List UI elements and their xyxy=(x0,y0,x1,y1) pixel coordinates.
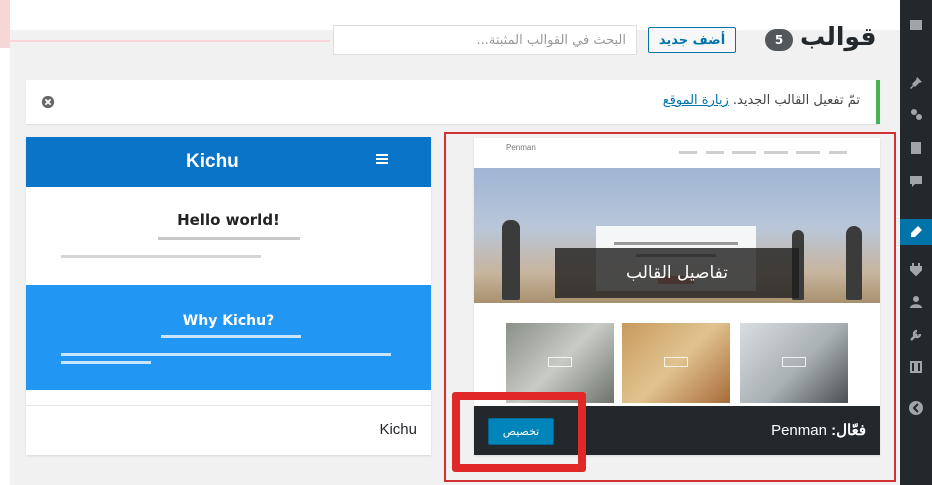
notice-message: تمّ تفعيل القالب الجديد. زيارة الموقع xyxy=(663,93,860,108)
comments-icon xyxy=(910,176,922,187)
theme-activated-notice: تمّ تفعيل القالب الجديد. زيارة الموقع xyxy=(26,80,880,124)
notice-text: تمّ تفعيل القالب الجديد. xyxy=(732,93,860,108)
top-accent-line xyxy=(10,40,330,42)
pages-icon xyxy=(911,142,921,154)
settings-icon xyxy=(910,361,922,373)
pin-icon xyxy=(910,77,922,89)
kichu-preview-post-title: Hello world! xyxy=(177,211,280,229)
sidebar-collapse-button[interactable] xyxy=(900,395,932,421)
sidebar-item-posts[interactable] xyxy=(900,70,932,96)
sidebar-item-comments[interactable] xyxy=(900,168,932,194)
dashboard-icon xyxy=(910,20,922,30)
add-new-theme-button[interactable]: أضف جديد xyxy=(648,27,736,53)
admin-sidebar xyxy=(894,0,932,485)
plugins-icon xyxy=(910,263,922,277)
theme-card-kichu[interactable]: Kichu Hello world! Why Kichu? Kichu xyxy=(26,137,431,455)
dismiss-notice-button[interactable] xyxy=(38,92,58,112)
screenshot-frame: البحث في القوالب المثبتة... أضف جديد 5 ق… xyxy=(0,0,932,485)
kichu-preview-excerpt-2 xyxy=(61,353,391,356)
sidebar-item-tools[interactable] xyxy=(900,322,932,348)
kichu-preview-header: Kichu xyxy=(26,137,431,187)
kichu-preview-excerpt-3 xyxy=(61,361,151,364)
sidebar-item-users[interactable] xyxy=(900,289,932,315)
sidebar-item-settings[interactable] xyxy=(900,354,932,380)
appearance-icon xyxy=(911,226,922,237)
kichu-preview-logo: Kichu xyxy=(186,151,239,172)
search-input[interactable]: البحث في القوالب المثبتة... xyxy=(333,25,637,55)
kichu-preview-post-title-2: Why Kichu? xyxy=(182,313,275,329)
menu-icon xyxy=(376,154,388,164)
users-icon xyxy=(910,296,922,308)
sidebar-item-plugins[interactable] xyxy=(900,256,932,282)
annotation-highlight-customize xyxy=(452,392,586,472)
page-title: قوالب xyxy=(800,22,877,51)
top-left-accent xyxy=(0,0,10,48)
sidebar-item-media[interactable] xyxy=(900,101,932,127)
media-icon xyxy=(911,109,922,120)
kichu-preview-excerpt xyxy=(61,255,261,258)
sidebar-item-dashboard[interactable] xyxy=(900,12,932,38)
kichu-preview-meta-2 xyxy=(161,335,301,338)
tools-icon xyxy=(910,329,922,341)
kichu-preview-meta xyxy=(158,237,300,240)
sidebar-item-appearance[interactable] xyxy=(894,219,932,245)
kichu-card-footer: Kichu xyxy=(26,405,431,455)
sidebar-item-pages[interactable] xyxy=(900,135,932,161)
visit-site-link[interactable]: زيارة الموقع xyxy=(663,93,729,108)
theme-count-badge: 5 xyxy=(765,29,793,51)
theme-name-kichu: Kichu xyxy=(379,421,417,438)
dismiss-icon xyxy=(41,95,55,109)
collapse-icon xyxy=(909,401,923,415)
